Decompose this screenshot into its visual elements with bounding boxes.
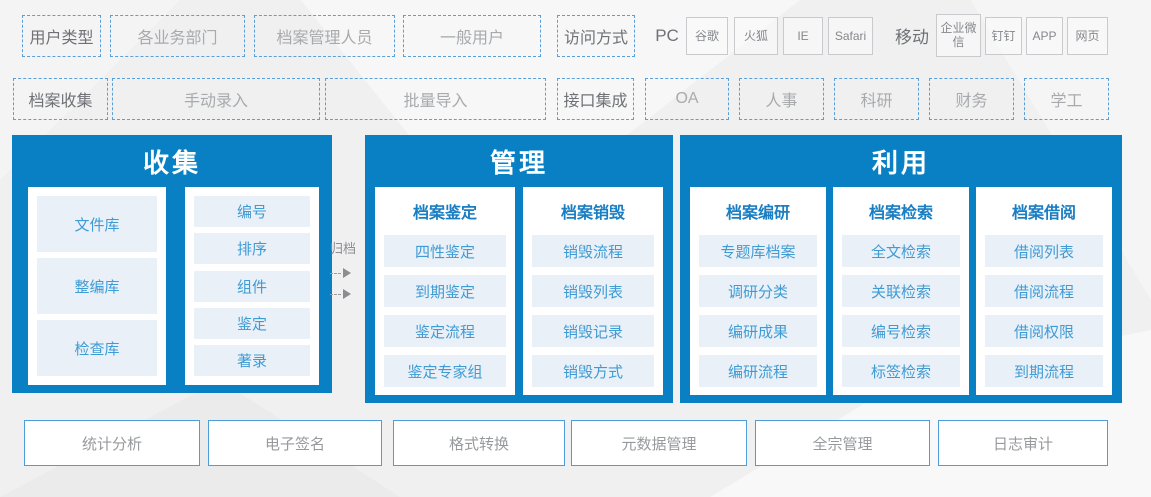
borrow-column: 档案借阅 借阅列表 借阅流程 借阅权限 到期流程 bbox=[976, 187, 1112, 395]
integration-item: 财务 bbox=[929, 78, 1014, 120]
feature-item: 格式转换 bbox=[393, 420, 565, 466]
destruction-item: 销毁方式 bbox=[532, 355, 654, 387]
library-item: 整编库 bbox=[37, 258, 157, 314]
panel-management-body: 档案鉴定 四性鉴定 到期鉴定 鉴定流程 鉴定专家组 档案销毁 销毁流程 销毁列表… bbox=[365, 187, 673, 403]
appraisal-column: 档案鉴定 四性鉴定 到期鉴定 鉴定流程 鉴定专家组 bbox=[375, 187, 515, 395]
panel-management-title: 管理 bbox=[365, 135, 673, 187]
pc-access-item: 谷歌 bbox=[686, 17, 728, 55]
mobile-access-item: 钉钉 bbox=[985, 17, 1022, 55]
user-type-item: 档案管理人员 bbox=[254, 15, 395, 57]
feature-item: 全宗管理 bbox=[755, 420, 930, 466]
research-column: 档案编研 专题库档案 调研分类 编研成果 编研流程 bbox=[690, 187, 826, 395]
archive-flow-connector: 归档 bbox=[330, 238, 366, 299]
library-group: 文件库 整编库 检查库 bbox=[28, 187, 166, 385]
user-type-item: 各业务部门 bbox=[110, 15, 245, 57]
research-item: 编研流程 bbox=[699, 355, 817, 387]
process-group: 编号 排序 组件 鉴定 著录 bbox=[185, 187, 319, 385]
pc-access-item: IE bbox=[783, 17, 823, 55]
process-item: 著录 bbox=[194, 345, 310, 376]
archive-collect-label-box: 档案收集 bbox=[13, 78, 108, 120]
integration-item: 人事 bbox=[739, 78, 824, 120]
search-column: 档案检索 全文检索 关联检索 编号检索 标签检索 bbox=[833, 187, 969, 395]
user-access-row: 用户类型 各业务部门 档案管理人员 一般用户 访问方式 PC 谷歌 火狐 IE … bbox=[22, 14, 1142, 57]
panel-utilization-body: 档案编研 专题库档案 调研分类 编研成果 编研流程 档案检索 全文检索 关联检索… bbox=[680, 187, 1122, 403]
appraisal-item: 鉴定专家组 bbox=[384, 355, 506, 387]
integration-item: 科研 bbox=[834, 78, 919, 120]
panel-collection: 收集 文件库 整编库 检查库 编号 排序 组件 鉴定 著录 bbox=[12, 135, 332, 393]
column-header: 档案鉴定 bbox=[384, 195, 506, 227]
arrow-right-icon bbox=[330, 268, 366, 278]
collect-item: 手动录入 bbox=[112, 78, 320, 120]
integration-label-box: 接口集成 bbox=[557, 78, 634, 120]
pc-access-item: Safari bbox=[828, 17, 873, 55]
collect-item: 批量导入 bbox=[325, 78, 546, 120]
appraisal-item: 鉴定流程 bbox=[384, 315, 506, 347]
destruction-item: 销毁流程 bbox=[532, 235, 654, 267]
library-item: 检查库 bbox=[37, 320, 157, 376]
integration-item: 学工 bbox=[1024, 78, 1109, 120]
collect-integration-row: 档案收集 手动录入 批量导入 接口集成 OA 人事 科研 财务 学工 bbox=[13, 78, 1143, 120]
pc-label: PC bbox=[652, 26, 682, 46]
access-method-label-box: 访问方式 bbox=[557, 15, 635, 57]
panel-collection-body: 文件库 整编库 检查库 编号 排序 组件 鉴定 著录 bbox=[12, 187, 332, 393]
architecture-diagram: 用户类型 各业务部门 档案管理人员 一般用户 访问方式 PC 谷歌 火狐 IE … bbox=[0, 0, 1151, 497]
borrow-item: 借阅流程 bbox=[985, 275, 1103, 307]
research-item: 编研成果 bbox=[699, 315, 817, 347]
feature-row: 统计分析 电子签名 格式转换 元数据管理 全宗管理 日志审计 bbox=[24, 420, 1108, 466]
user-type-item: 一般用户 bbox=[403, 15, 541, 57]
borrow-item: 借阅权限 bbox=[985, 315, 1103, 347]
panel-collection-title: 收集 bbox=[12, 135, 332, 187]
borrow-item: 到期流程 bbox=[985, 355, 1103, 387]
process-item: 鉴定 bbox=[194, 308, 310, 339]
column-header: 档案借阅 bbox=[985, 195, 1103, 227]
research-item: 调研分类 bbox=[699, 275, 817, 307]
process-item: 编号 bbox=[194, 196, 310, 227]
panel-management: 管理 档案鉴定 四性鉴定 到期鉴定 鉴定流程 鉴定专家组 档案销毁 销毁流程 销… bbox=[365, 135, 673, 403]
appraisal-item: 到期鉴定 bbox=[384, 275, 506, 307]
destruction-item: 销毁列表 bbox=[532, 275, 654, 307]
column-header: 档案编研 bbox=[699, 195, 817, 227]
mobile-access-item: APP bbox=[1026, 17, 1063, 55]
panel-utilization-title: 利用 bbox=[680, 135, 1122, 187]
feature-item: 日志审计 bbox=[938, 420, 1108, 466]
panel-utilization: 利用 档案编研 专题库档案 调研分类 编研成果 编研流程 档案检索 全文检索 关… bbox=[680, 135, 1122, 403]
borrow-item: 借阅列表 bbox=[985, 235, 1103, 267]
integration-item: OA bbox=[645, 78, 729, 120]
column-header: 档案检索 bbox=[842, 195, 960, 227]
feature-item: 电子签名 bbox=[208, 420, 382, 466]
library-item: 文件库 bbox=[37, 196, 157, 252]
mobile-access-item: 网页 bbox=[1067, 17, 1108, 55]
destruction-column: 档案销毁 销毁流程 销毁列表 销毁记录 销毁方式 bbox=[523, 187, 663, 395]
column-header: 档案销毁 bbox=[532, 195, 654, 227]
search-item: 全文检索 bbox=[842, 235, 960, 267]
research-item: 专题库档案 bbox=[699, 235, 817, 267]
user-type-label-box: 用户类型 bbox=[22, 15, 101, 57]
process-item: 排序 bbox=[194, 233, 310, 264]
archive-flow-label: 归档 bbox=[330, 238, 366, 257]
feature-item: 统计分析 bbox=[24, 420, 200, 466]
appraisal-item: 四性鉴定 bbox=[384, 235, 506, 267]
arrow-right-icon bbox=[330, 289, 366, 299]
search-item: 关联检索 bbox=[842, 275, 960, 307]
process-item: 组件 bbox=[194, 271, 310, 302]
search-item: 标签检索 bbox=[842, 355, 960, 387]
mobile-label: 移动 bbox=[895, 23, 929, 48]
search-item: 编号检索 bbox=[842, 315, 960, 347]
mobile-access-item: 企业微信 bbox=[936, 14, 981, 57]
destruction-item: 销毁记录 bbox=[532, 315, 654, 347]
pc-access-item: 火狐 bbox=[734, 17, 778, 55]
feature-item: 元数据管理 bbox=[571, 420, 747, 466]
